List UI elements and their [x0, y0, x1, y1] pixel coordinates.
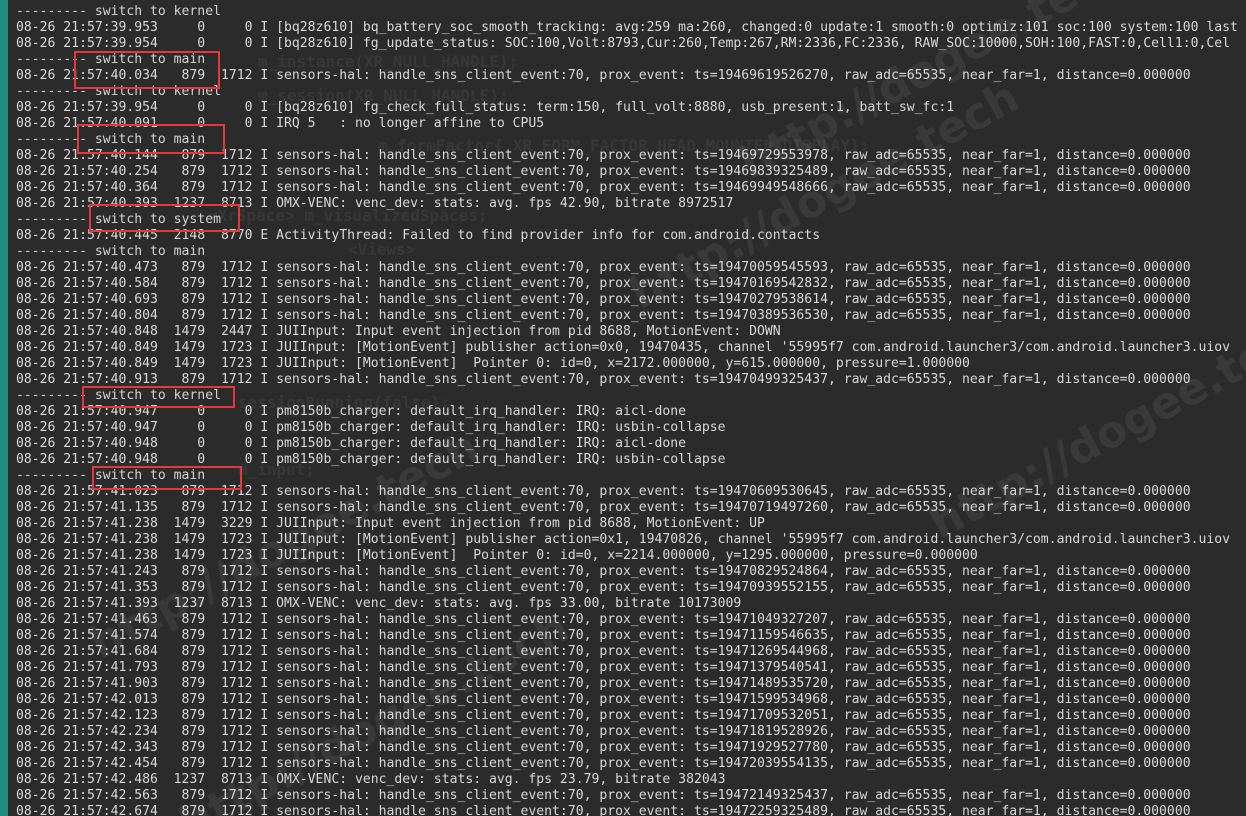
log-line: 08-26 21:57:41.684 879 1712 I sensors-ha… — [16, 644, 1191, 659]
log-line: 08-26 21:57:41.463 879 1712 I sensors-ha… — [16, 612, 1191, 627]
log-line: 08-26 21:57:42.234 879 1712 I sensors-ha… — [16, 724, 1191, 739]
log-line: 08-26 21:57:39.954 0 0 I [bq28z610] fg_c… — [16, 100, 955, 115]
log-line: 08-26 21:57:40.473 879 1712 I sensors-ha… — [16, 260, 1191, 275]
log-line: 08-26 21:57:41.353 879 1712 I sensors-ha… — [16, 580, 1191, 595]
log-line: 08-26 21:57:40.849 1479 1723 I JUIInput:… — [16, 356, 970, 371]
log-line: 08-26 21:57:40.804 879 1712 I sensors-ha… — [16, 308, 1191, 323]
terminal-window[interactable]: m_instance(XR_NULL_HANDLE); m_session(XR… — [6, 0, 1246, 816]
log-line: 08-26 21:57:41.238 1479 3229 I JUIInput:… — [16, 516, 765, 531]
log-line: 08-26 21:57:40.947 0 0 I pm8150b_charger… — [16, 420, 726, 435]
highlight-box-switch-main — [74, 51, 220, 89]
log-line: 08-26 21:57:41.793 879 1712 I sensors-ha… — [16, 660, 1191, 675]
log-line: 08-26 21:57:41.238 1479 1723 I JUIInput:… — [16, 532, 1230, 547]
log-line: 08-26 21:57:41.393 1237 8713 I OMX-VENC:… — [16, 596, 742, 611]
log-line: 08-26 21:57:41.903 879 1712 I sensors-ha… — [16, 676, 1191, 691]
log-line: 08-26 21:57:42.123 879 1712 I sensors-ha… — [16, 708, 1191, 723]
log-line: 08-26 21:57:40.693 879 1712 I sensors-ha… — [16, 292, 1191, 307]
log-line: 08-26 21:57:42.563 879 1712 I sensors-ha… — [16, 788, 1191, 803]
highlight-box-switch-kernel — [82, 386, 235, 408]
log-line: 08-26 21:57:39.953 0 0 I [bq28z610] bq_b… — [16, 20, 1238, 35]
log-line: 08-26 21:57:42.013 879 1712 I sensors-ha… — [16, 692, 1191, 707]
log-line: 08-26 21:57:41.243 879 1712 I sensors-ha… — [16, 564, 1191, 579]
log-line: 08-26 21:57:42.454 879 1712 I sensors-ha… — [16, 756, 1191, 771]
log-line: 08-26 21:57:42.674 879 1712 I sensors-ha… — [16, 804, 1191, 816]
log-line: 08-26 21:57:41.238 1479 1723 I JUIInput:… — [16, 548, 978, 563]
log-line: 08-26 21:57:40.584 879 1712 I sensors-ha… — [16, 276, 1191, 291]
log-line: 08-26 21:57:40.849 1479 1723 I JUIInput:… — [16, 340, 1230, 355]
log-line: 08-26 21:57:40.254 879 1712 I sensors-ha… — [16, 164, 1191, 179]
log-separator: --------- switch to main — [16, 244, 206, 259]
log-separator: --------- switch to kernel — [16, 4, 221, 19]
log-line: 08-26 21:57:42.486 1237 8713 I OMX-VENC:… — [16, 772, 726, 787]
highlight-box-switch-main — [92, 466, 242, 490]
log-line: 08-26 21:57:40.848 1479 2447 I JUIInput:… — [16, 324, 781, 339]
log-line: 08-26 21:57:41.574 879 1712 I sensors-ha… — [16, 628, 1191, 643]
log-line: 08-26 21:57:40.364 879 1712 I sensors-ha… — [16, 180, 1191, 195]
log-line: 08-26 21:57:39.954 0 0 I [bq28z610] fg_u… — [16, 36, 1230, 51]
log-line: 08-26 21:57:42.343 879 1712 I sensors-ha… — [16, 740, 1191, 755]
log-line: 08-26 21:57:41.135 879 1712 I sensors-ha… — [16, 500, 1191, 515]
highlight-box-switch-main — [77, 124, 225, 154]
highlight-box-switch-system — [89, 204, 240, 232]
log-line: 08-26 21:57:40.948 0 0 I pm8150b_charger… — [16, 436, 687, 451]
